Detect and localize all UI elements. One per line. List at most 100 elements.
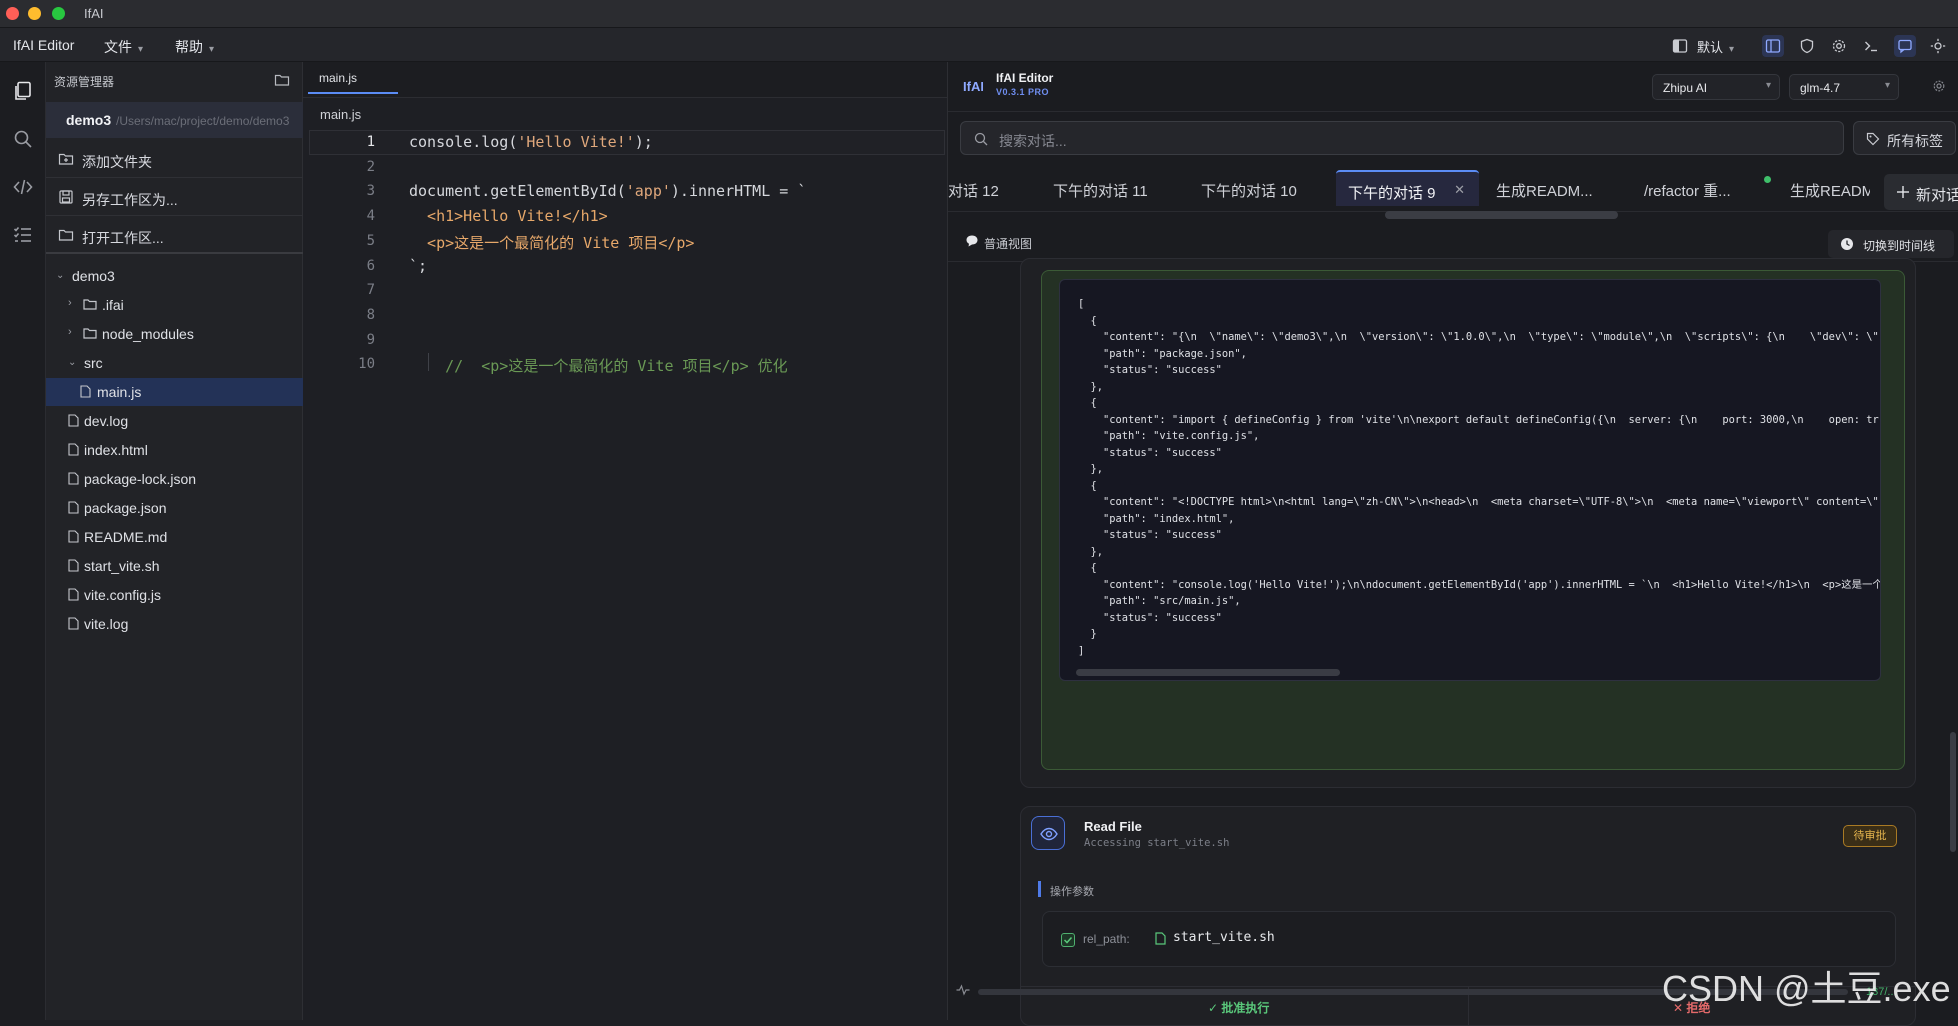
tree-file-item[interactable]: package-lock.json (46, 465, 303, 493)
ai-chat-panel: IfAI IfAI Editor V0.3.1 PRO Zhipu AI ▾ gl… (947, 62, 1958, 1026)
tree-item-label: package-lock.json (84, 471, 197, 487)
tree-file-item[interactable]: index.html (46, 436, 303, 464)
code-line[interactable]: <p>这是一个最简化的 Vite 项目</p> (409, 232, 694, 253)
gear-icon[interactable] (1828, 35, 1850, 57)
sidebar-toggle-icon[interactable] (1762, 35, 1784, 57)
minimize-window-button[interactable] (28, 7, 41, 20)
search-icon[interactable] (8, 124, 38, 154)
layout-icon[interactable] (1669, 35, 1691, 57)
watermark: CSDN @土豆.exe (1662, 968, 1951, 1009)
editor-area: main.js main.js 1 2 3 4 5 6 7 8 9 10 console.log('… (303, 62, 947, 1020)
code-token: 'app' (625, 182, 671, 201)
chat-bubble-icon (965, 234, 979, 248)
chat-panel-icon[interactable] (1894, 35, 1916, 57)
switch-to-timeline-button[interactable]: 切换到时间线 (1828, 230, 1954, 258)
all-tags-button[interactable]: 所有标签 (1853, 121, 1956, 155)
code-scrollbar[interactable] (1076, 669, 1340, 676)
conversation-tab-active[interactable]: 下午的对话 9 ✕ (1336, 170, 1479, 206)
open-workspace-button[interactable]: 打开工作区... (46, 216, 303, 254)
app-name: IfAI Editor (13, 37, 75, 53)
file-icon (68, 472, 79, 485)
line-number: 5 (366, 232, 375, 249)
tree-file-item[interactable]: vite.config.js (46, 581, 303, 609)
chat-scrollbar[interactable] (1950, 732, 1956, 852)
code-icon[interactable] (8, 172, 38, 202)
workspace-row[interactable]: demo3 /Users/mac/project/demo/demo3 (46, 102, 303, 138)
conversation-tab[interactable]: 对话 12 (948, 180, 999, 201)
tree-file-item[interactable]: README.md (46, 523, 303, 551)
zoom-window-button[interactable] (52, 7, 65, 20)
tree-file-main-js[interactable]: main.js (46, 378, 303, 406)
file-icon (68, 443, 79, 456)
tasks-icon[interactable] (8, 220, 38, 250)
tree-item-label: dev.log (84, 413, 129, 429)
tree-root-demo3[interactable]: ⌄ demo3 (46, 262, 303, 290)
shield-icon[interactable] (1796, 35, 1818, 57)
menu-file-label: 文件 (104, 39, 132, 55)
chevron-right-icon: › (68, 297, 72, 309)
code-line[interactable]: // <p>这是一个最简化的 Vite 项目</p> 优化 (409, 355, 788, 376)
tree-item-label: index.html (84, 442, 148, 458)
tree-file-item[interactable]: start_vite.sh (46, 552, 303, 580)
menu-file[interactable]: 文件 ▾ (104, 37, 143, 57)
new-chat-button[interactable]: 新对话 (1884, 174, 1958, 210)
new-chat-label: 新对话 (1916, 187, 1958, 204)
file-icon (68, 559, 79, 572)
menu-help[interactable]: 帮助 ▾ (175, 37, 214, 57)
model-label: glm-4.7 (1800, 81, 1841, 95)
conversation-tabs: 对话 12 下午的对话 11 下午的对话 10 下午的对话 9 ✕ 生成READ… (948, 166, 1958, 212)
activity-bar (0, 62, 46, 1020)
files-icon[interactable] (8, 76, 38, 106)
code-line[interactable]: console.log('Hello Vite!'); (409, 133, 653, 151)
file-icon (68, 617, 79, 630)
sun-icon[interactable] (1927, 35, 1949, 57)
tree-file-item[interactable]: dev.log (46, 407, 303, 435)
tree-item-label: vite.log (84, 616, 129, 632)
active-tab-label: 下午的对话 9 (1348, 185, 1436, 202)
provider-select[interactable]: Zhipu AI ▾ (1652, 74, 1780, 100)
param-value: start_vite.sh (1173, 930, 1275, 945)
folder-open-icon[interactable] (274, 73, 290, 87)
conversation-tab[interactable]: 下午的对话 10 (1201, 180, 1297, 201)
approve-button[interactable]: ✓ 批准执行 (1208, 999, 1269, 1016)
tree-item-label: start_vite.sh (84, 558, 160, 574)
conversation-tab[interactable]: 生成READM (1790, 180, 1870, 201)
theme-label: 默认 (1697, 40, 1724, 55)
conversation-tab[interactable]: /refactor 重... (1644, 180, 1731, 201)
breadcrumb[interactable]: main.js (320, 107, 361, 122)
tree-folder-src[interactable]: ⌄ src (46, 349, 303, 377)
code-line[interactable]: <h1>Hello Vite!</h1> (409, 207, 608, 225)
file-icon (68, 414, 79, 427)
close-tab-icon[interactable]: ✕ (1454, 182, 1465, 198)
code-token: console.log( (409, 133, 518, 151)
close-window-button[interactable] (6, 7, 19, 20)
tag-icon (1866, 132, 1880, 146)
conversation-tab[interactable]: 生成READM... (1496, 180, 1593, 201)
tool-call-title: Read File (1084, 819, 1142, 834)
add-folder-button[interactable]: 添加文件夹 (46, 140, 303, 178)
code-line[interactable]: document.getElementById('app').innerHTML… (409, 182, 806, 200)
theme-select[interactable]: 默认 ▾ (1697, 37, 1734, 56)
tree-file-item[interactable]: vite.log (46, 610, 303, 638)
model-select[interactable]: glm-4.7 ▾ (1789, 74, 1899, 100)
search-placeholder: 搜索对话... (999, 133, 1067, 149)
terminal-icon[interactable] (1860, 35, 1882, 57)
save-workspace-as-button[interactable]: 另存工作区为... (46, 178, 303, 216)
approve-label: 批准执行 (1221, 1001, 1270, 1015)
file-icon (1155, 932, 1166, 945)
code-line[interactable]: `; (409, 257, 427, 275)
file-icon (68, 588, 79, 601)
chat-settings-gear-icon[interactable] (1932, 79, 1946, 93)
chat-search-input[interactable]: 搜索对话... (960, 121, 1844, 155)
tree-file-item[interactable]: package.json (46, 494, 303, 522)
tree-folder-ifai[interactable]: › .ifai (46, 291, 303, 319)
check-icon[interactable] (1061, 933, 1075, 947)
tree-item-label: vite.config.js (84, 587, 162, 603)
tabs-scrollbar[interactable] (1385, 211, 1618, 219)
explorer-header: 资源管理器 (54, 75, 115, 89)
line-number: 2 (366, 158, 375, 175)
tree-item-label: src (84, 355, 103, 371)
tree-folder-node-modules[interactable]: › node_modules (46, 320, 303, 348)
conversation-tab[interactable]: 下午的对话 11 (1053, 180, 1148, 201)
editor-tab-main-js[interactable]: main.js (308, 66, 398, 94)
